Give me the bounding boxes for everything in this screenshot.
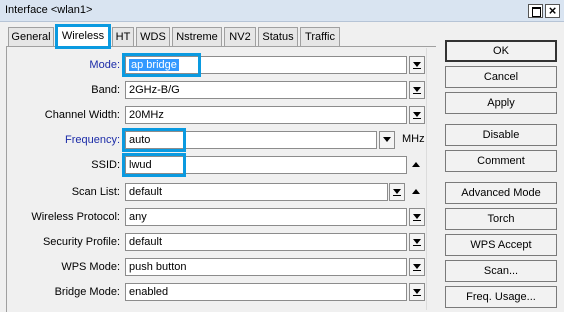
ssid-label: SSID: [91, 159, 120, 171]
scan-button[interactable]: Scan... [445, 260, 557, 282]
apply-button[interactable]: Apply [445, 92, 557, 114]
security-profile-dropdown-button[interactable] [409, 233, 425, 251]
freq-usage-button[interactable]: Freq. Usage... [445, 286, 557, 308]
bridge-mode-select[interactable]: enabled [125, 283, 407, 301]
security-profile-label: Security Profile: [42, 236, 120, 248]
ok-button[interactable]: OK [445, 40, 557, 62]
dropdown-bar-icon [413, 118, 421, 119]
wps-mode-select[interactable]: push button [125, 258, 407, 276]
chevron-down-icon [393, 189, 401, 194]
dropdown-bar-icon [413, 270, 421, 271]
ssid-highlight [122, 153, 186, 177]
wireless-protocol-dropdown-button[interactable] [409, 208, 425, 226]
tab-wds[interactable]: WDS [136, 27, 170, 46]
frequency-dropdown-button[interactable] [379, 131, 395, 149]
chevron-down-icon [413, 214, 421, 219]
band-label: Band: [91, 84, 120, 96]
tab-nstreme[interactable]: Nstreme [172, 27, 222, 46]
band-select[interactable]: 2GHz-B/G [125, 81, 407, 99]
channel-width-select[interactable]: 20MHz [125, 106, 407, 124]
cancel-button[interactable]: Cancel [445, 66, 557, 88]
chevron-down-icon [413, 239, 421, 244]
chevron-down-icon [413, 87, 421, 92]
dropdown-bar-icon [413, 295, 421, 296]
band-dropdown-button[interactable] [409, 81, 425, 99]
restore-button[interactable] [528, 4, 543, 18]
dropdown-bar-icon [413, 68, 421, 69]
chevron-down-icon [413, 264, 421, 269]
mode-dropdown-button[interactable] [409, 56, 425, 74]
chevron-down-icon [413, 62, 421, 67]
chevron-down-icon [413, 289, 421, 294]
advanced-mode-button[interactable]: Advanced Mode [445, 182, 557, 204]
frequency-unit: MHz [402, 133, 425, 145]
torch-button[interactable]: Torch [445, 208, 557, 230]
scan-list-dropdown-button[interactable] [389, 183, 405, 201]
collapse-up-icon[interactable] [412, 162, 420, 167]
restore-icon [532, 7, 541, 17]
channel-width-label: Channel Width: [44, 109, 120, 121]
scan-list-input[interactable]: default [125, 183, 388, 201]
tab-traffic[interactable]: Traffic [300, 27, 340, 46]
wireless-protocol-select[interactable]: any [125, 208, 407, 226]
comment-button[interactable]: Comment [445, 150, 557, 172]
security-profile-select[interactable]: default [125, 233, 407, 251]
collapse-up-icon[interactable] [412, 189, 420, 194]
dropdown-bar-icon [413, 245, 421, 246]
dropdown-bar-icon [393, 195, 401, 196]
tab-status[interactable]: Status [258, 27, 298, 46]
wps-mode-label: WPS Mode: [61, 261, 120, 273]
bridge-mode-dropdown-button[interactable] [409, 283, 425, 301]
wireless-protocol-label: Wireless Protocol: [31, 211, 120, 223]
close-icon: × [548, 3, 557, 18]
dropdown-bar-icon [413, 220, 421, 221]
close-button[interactable]: × [545, 3, 560, 18]
frequency-label: Frequency: [64, 134, 120, 146]
form-scrollbar[interactable] [426, 48, 436, 310]
wps-mode-dropdown-button[interactable] [409, 258, 425, 276]
window-title: Interface <wlan1> [5, 4, 93, 16]
tab-wireless-highlight [55, 24, 111, 49]
channel-width-dropdown-button[interactable] [409, 106, 425, 124]
scan-list-label: Scan List: [71, 186, 120, 198]
tab-ht[interactable]: HT [112, 27, 134, 46]
wps-accept-button[interactable]: WPS Accept [445, 234, 557, 256]
bridge-mode-label: Bridge Mode: [54, 286, 120, 298]
mode-highlight [122, 53, 201, 77]
chevron-down-icon [413, 112, 421, 117]
disable-button[interactable]: Disable [445, 124, 557, 146]
tab-general[interactable]: General [8, 27, 54, 46]
mode-label: Mode: [89, 59, 120, 71]
chevron-down-icon [383, 137, 391, 142]
dropdown-bar-icon [413, 93, 421, 94]
tab-nv2[interactable]: NV2 [224, 27, 256, 46]
frequency-highlight [122, 128, 186, 152]
